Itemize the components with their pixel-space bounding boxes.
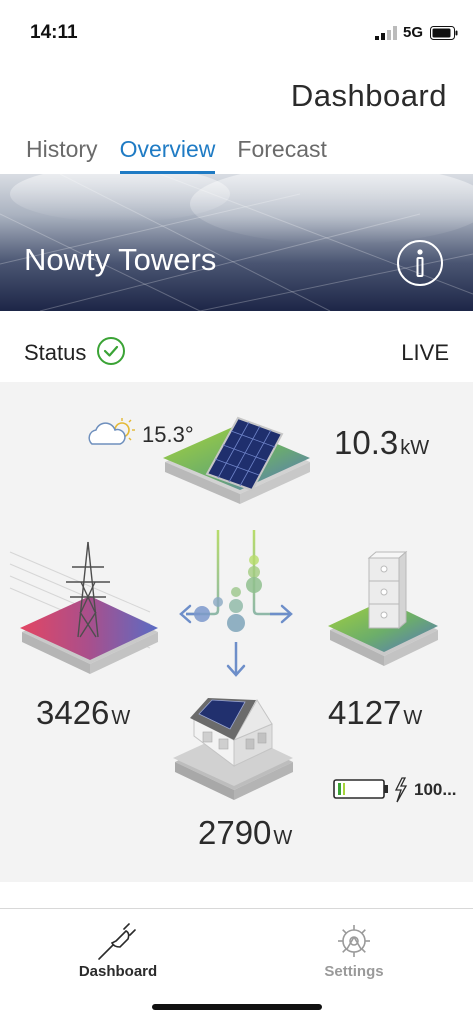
status-label: Status	[24, 340, 87, 365]
network-type: 5G	[403, 24, 424, 41]
tab-overview[interactable]: Overview	[119, 136, 216, 174]
charging-bolt-icon	[394, 777, 408, 803]
info-icon[interactable]	[396, 239, 444, 287]
temperature: 15.3°	[142, 422, 194, 447]
nav-dashboard[interactable]: Dashboard	[38, 909, 198, 989]
solar-power-value: 10.3 kW	[334, 424, 429, 462]
solar-value: 10.3	[334, 424, 399, 461]
live-indicator: LIVE	[401, 340, 449, 365]
status-time: 14:11	[30, 22, 78, 43]
battery-unit: W	[403, 707, 423, 729]
battery-power-value: 4127 W	[328, 694, 422, 732]
signal-icon	[375, 26, 397, 40]
battery-charge-text: 100...	[414, 780, 457, 799]
nav-dashboard-label: Dashboard	[78, 963, 158, 980]
home-value: 2790	[198, 814, 272, 851]
tab-history[interactable]: History	[26, 136, 98, 174]
home-power-value: 2790 W	[198, 814, 292, 852]
status-row: Status LIVE	[0, 330, 473, 374]
home-indicator[interactable]	[152, 1004, 322, 1010]
check-circle-icon	[97, 337, 125, 365]
grid-tile	[9, 551, 158, 674]
grid-value: 3426	[36, 694, 110, 731]
partly-cloudy-icon	[88, 418, 135, 445]
grid-power-value: 3426 W	[36, 694, 130, 732]
flow-lines	[179, 530, 293, 677]
battery-stack-icon	[367, 550, 408, 630]
solar-unit: kW	[400, 437, 430, 459]
site-banner: Nowty Towers	[0, 174, 473, 311]
nav-settings-label: Settings	[324, 963, 384, 980]
plug-icon	[98, 923, 136, 960]
nav-settings[interactable]: Settings	[274, 909, 434, 989]
battery-value: 4127	[328, 694, 402, 731]
status-bar: 14:11 5G	[0, 0, 473, 60]
site-name: Nowty Towers	[24, 242, 217, 277]
home-unit: W	[273, 827, 293, 849]
energy-flow-panel: 15.3° 10.3 kW 3426 W 4127 W 2790 W 100...	[0, 382, 473, 882]
battery-level-icon	[333, 779, 388, 799]
tab-forecast[interactable]: Forecast	[237, 136, 326, 174]
gear-icon	[338, 925, 370, 957]
grid-unit: W	[111, 707, 131, 729]
page-title: Dashboard	[290, 78, 447, 113]
battery-status-icon	[430, 26, 458, 40]
tab-bar: History Overview Forecast	[26, 136, 349, 174]
